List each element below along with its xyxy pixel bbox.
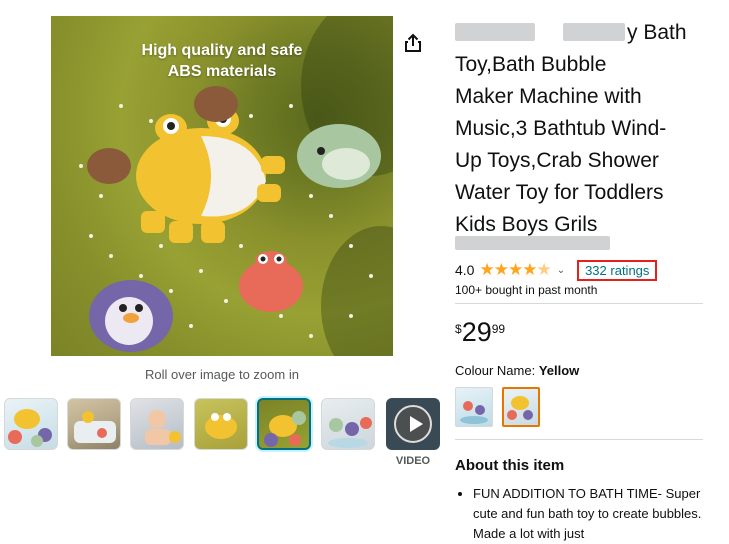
swatch-image [507,396,533,420]
star-rating-icon[interactable]: ★★★★★ [479,260,551,280]
ratings-count-link[interactable]: 332 ratings [577,259,658,281]
colour-name: Colour Name: Yellow [455,363,579,378]
thumbnail-main-image [264,411,306,447]
price-fraction: 99 [491,322,506,336]
product-title-line: Music,3 Bathtub Wind- [455,117,667,140]
rating-row: 4.0 ★★★★★ ⌄ 332 ratings [455,259,658,281]
product-title: y Bath Toy,Bath Bubble Maker Machine wit… [455,17,715,241]
thumbnail-5-selected[interactable] [257,398,311,450]
star-half: ★ [536,260,551,279]
product-title-partial: y Bath [627,21,687,44]
divider [455,303,703,304]
colour-swatch-yellow[interactable] [502,387,540,427]
price-whole: 29 [461,317,492,347]
video-label: VIDEO [395,455,431,467]
price: $ 29 99 [455,317,505,347]
share-icon[interactable] [402,32,424,54]
thumbnail-1[interactable] [4,398,58,450]
thumbnail-toys-image [8,409,52,447]
thumbnail-child-image [145,410,181,445]
thumbnail-toys-image [328,417,372,448]
thumbnail-crab-image [205,413,237,439]
thumbnail-2[interactable] [67,398,121,450]
blurred-brand-link [455,236,610,250]
product-title-line: Toy,Bath Bubble [455,53,607,76]
product-title-line: Up Toys,Crab Shower [455,149,659,172]
rating-value: 4.0 [455,262,475,278]
product-title-line: Maker Machine with [455,85,642,108]
thumbnail-3[interactable] [130,398,184,450]
colour-swatch-blue[interactable] [455,387,493,427]
video-thumbnail[interactable] [386,398,440,450]
about-bullets: FUN ADDITION TO BATH TIME- Super cute an… [457,484,723,544]
about-this-item-heading: About this item [455,457,565,474]
colour-value: Yellow [538,363,580,378]
zoom-hint: Roll over image to zoom in [145,367,299,382]
swatch-image [460,401,488,424]
play-icon [394,405,432,443]
divider [455,439,703,440]
price-symbol: $ [455,322,462,336]
stars-full: ★★★★ [479,260,537,279]
bought-in-past-month: 100+ bought in past month [455,283,598,297]
colour-label: Colour Name: [455,363,536,378]
product-title-line: Water Toy for Toddlers [455,181,664,204]
main-product-image[interactable]: High quality and safe ABS materials [51,16,393,356]
thumbnail-4[interactable] [194,398,248,450]
chevron-down-icon[interactable]: ⌄ [557,265,565,276]
thumbnail-bathroom-image [74,411,116,443]
about-bullet: FUN ADDITION TO BATH TIME- Super cute an… [473,484,723,544]
thumbnail-6[interactable] [321,398,375,450]
bath-toys-illustration [79,86,381,352]
